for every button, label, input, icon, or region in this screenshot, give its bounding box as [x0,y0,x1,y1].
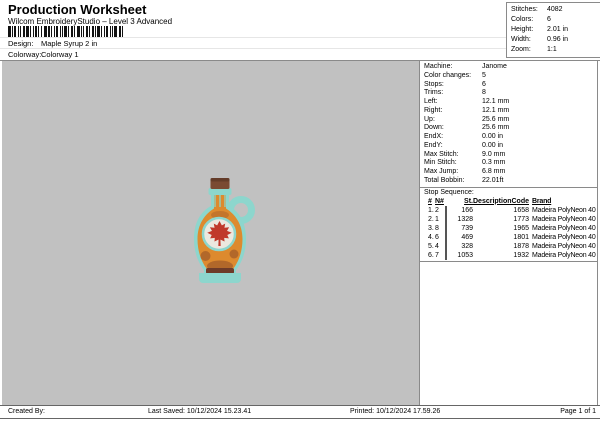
barcode-icon [8,25,130,38]
machine-row: Trims: 8 [424,89,486,97]
summary-row: Stitches: 4082 [511,6,563,13]
machine-info-panel: Machine: Janome Color changes: 5 Stops: 6 T… [419,61,598,405]
colorway-row: Colorway: Colorway 1 [8,50,79,59]
colorway-value: Colorway 1 [41,50,79,59]
stop-sequence-section: Stop Sequence: # N# St. Description Code… [420,186,597,262]
machine-row: Stops: 6 [424,80,486,88]
col-stitches: St. [464,197,473,205]
footer-divider-top [0,405,600,406]
col-code: Code [511,197,530,205]
stop-sequence-row: 6. 7 1053 1932 Madeira PolyNeon 40 [428,250,596,260]
machine-row: Up: 25.6 mm [424,115,510,123]
thread-color-swatch [445,232,447,242]
design-value: Maple Syrup 2 in [41,39,98,48]
colorway-label: Colorway: [8,50,42,59]
machine-row: Left: 12.1 mm [424,98,510,105]
summary-row: Zoom: 1:1 [511,46,557,53]
machine-row: Right: 12.1 mm [424,106,510,114]
machine-row: Min Stitch: 0.3 mm [424,159,506,167]
machine-row: Max Stitch: 9.0 mm [424,150,506,158]
machine-row: Total Bobbin: 22.01ft [424,176,504,184]
thread-color-swatch [445,214,447,224]
divider [0,37,506,38]
stop-sequence-title: Stop Sequence: [424,188,474,196]
machine-row: Down: 25.6 mm [424,124,510,132]
col-brand: Brand [532,197,552,205]
machine-row: Color changes: 5 [424,71,486,79]
machine-row: Machine: Janome [424,63,507,70]
bottle-cap-shadow [210,178,230,182]
divider [0,48,506,49]
machine-row: EndX: 0.00 in [424,133,504,140]
stitch-summary-box: Stitches: 4082 Colors: 6 Height: 2.01 in Wi… [506,2,600,58]
thread-color-swatch [445,205,447,215]
design-label: Design: [8,39,34,48]
thread-color-swatch [445,250,447,260]
footer-printed: Printed: 10/12/2024 17.59.26 [350,408,441,415]
stop-sequence-row: 2. 1 1328 1773 Madeira PolyNeon 40 [428,214,596,224]
summary-row: Height: 2.01 in [511,26,569,33]
thread-color-swatch [445,223,447,233]
page-title: Production Worksheet [8,2,147,17]
bottle-collar [208,188,232,195]
stop-sequence-row: 3. 8 739 1965 Madeira PolyNeon 40 [428,223,596,233]
col-description: Description [473,197,512,205]
thread-color-swatch [445,241,447,251]
design-preview-maple-syrup-bottle [182,177,260,290]
stop-sequence-row: 5. 4 328 1878 Madeira PolyNeon 40 [428,241,596,251]
machine-row: EndY: 0.00 in [424,141,504,149]
bottle-base-top [199,273,241,277]
stop-sequence-row: 4. 6 469 1801 Madeira PolyNeon 40 [428,232,596,242]
design-name-row: Design: Maple Syrup 2 in [8,39,97,48]
machine-row: Max Jump: 6.8 mm [424,168,506,175]
summary-row: Colors: 6 [511,16,551,23]
footer-divider-bottom [0,418,600,419]
summary-row: Width: 0.96 in [511,36,569,43]
footer-created-by: Created By: [8,408,45,415]
footer-last-saved: Last Saved: 10/12/2024 15.23.41 [148,408,252,415]
machine-parameters: Machine: Janome Color changes: 5 Stops: 6 T… [420,61,597,186]
col-needle: N# [435,197,444,205]
col-seq: # [428,197,432,205]
design-canvas [2,61,419,405]
stop-sequence-row: 1. 2 166 1658 Madeira PolyNeon 40 [428,205,596,215]
stop-sequence-header: # N# St. Description Code Brand [420,197,597,206]
footer-page-number: Page 1 of 1 [560,408,596,415]
